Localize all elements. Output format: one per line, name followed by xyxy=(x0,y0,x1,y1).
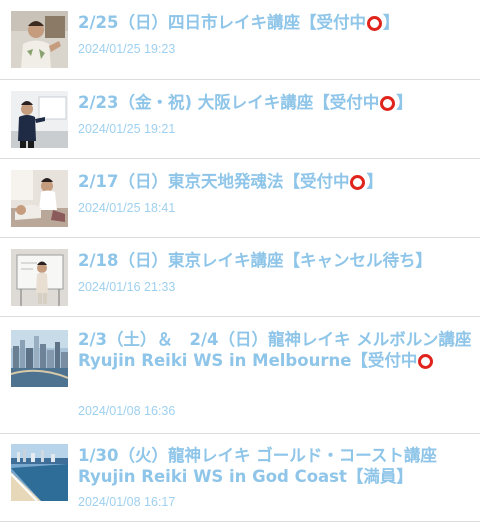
red-circle-icon xyxy=(366,16,382,31)
post-title: 2/3（土）＆ 2/4（日）龍神レイキ メルボルン講座 Ryujin Reiki… xyxy=(78,330,472,370)
post-thumbnail[interactable] xyxy=(11,249,68,306)
post-date: 2024/01/25 19:21 xyxy=(78,122,176,136)
post-thumbnail[interactable] xyxy=(11,11,68,68)
post-title-link[interactable]: 2/3（土）＆ 2/4（日）龍神レイキ メルボルン講座 Ryujin Reiki… xyxy=(78,329,472,371)
post-title-link[interactable]: 2/23（金・祝) 大阪レイキ講座【受付中】 xyxy=(78,92,472,113)
list-item[interactable]: 2/3（土）＆ 2/4（日）龍神レイキ メルボルン講座 Ryujin Reiki… xyxy=(0,317,480,434)
post-title: 2/17（日）東京天地発魂法【受付中 xyxy=(78,172,350,191)
post-title: 2/25（日）四日市レイキ講座【受付中 xyxy=(78,13,366,32)
post-title: 1/30（火）龍神レイキ ゴールド・コースト講座 Ryujin Reiki WS… xyxy=(78,446,454,486)
list-item[interactable]: 2/17（日）東京天地発魂法【受付中】 2024/01/25 18:41 xyxy=(0,159,480,238)
post-title-link[interactable]: 1/30（火）龍神レイキ ゴールド・コースト講座 Ryujin Reiki WS… xyxy=(78,445,472,487)
list-item[interactable]: 2/23（金・祝) 大阪レイキ講座【受付中】 2024/01/25 19:21 xyxy=(0,80,480,159)
list-item[interactable]: 2/18（日）東京レイキ講座【キャンセル待ち】 2024/01/16 21:33 xyxy=(0,238,480,317)
post-date: 2024/01/16 21:33 xyxy=(78,280,176,294)
post-thumbnail[interactable] xyxy=(11,170,68,227)
red-circle-icon xyxy=(380,96,396,111)
post-title-link[interactable]: 2/17（日）東京天地発魂法【受付中】 xyxy=(78,171,472,192)
list-item[interactable]: 1/30（火）龍神レイキ ゴールド・コースト講座 Ryujin Reiki WS… xyxy=(0,434,480,522)
red-circle-icon xyxy=(350,175,366,190)
post-title-link[interactable]: 2/25（日）四日市レイキ講座【受付中】 xyxy=(78,12,472,33)
post-date: 2024/01/25 18:41 xyxy=(78,201,176,215)
list-item[interactable]: 2/25（日）四日市レイキ講座【受付中】 2024/01/25 19:23 xyxy=(0,0,480,80)
post-title: 2/18（日）東京レイキ講座【キャンセル待ち】 xyxy=(78,251,432,270)
post-date: 2024/01/08 16:36 xyxy=(78,404,176,418)
post-thumbnail[interactable] xyxy=(11,91,68,148)
post-title: 2/23（金・祝) 大阪レイキ講座【受付中 xyxy=(78,93,380,112)
post-thumbnail[interactable] xyxy=(11,330,68,387)
post-title-link[interactable]: 2/18（日）東京レイキ講座【キャンセル待ち】 xyxy=(78,250,472,271)
post-date: 2024/01/08 16:17 xyxy=(78,495,176,509)
post-thumbnail[interactable] xyxy=(11,444,68,501)
red-circle-icon xyxy=(418,354,434,369)
post-date: 2024/01/25 19:23 xyxy=(78,42,176,56)
